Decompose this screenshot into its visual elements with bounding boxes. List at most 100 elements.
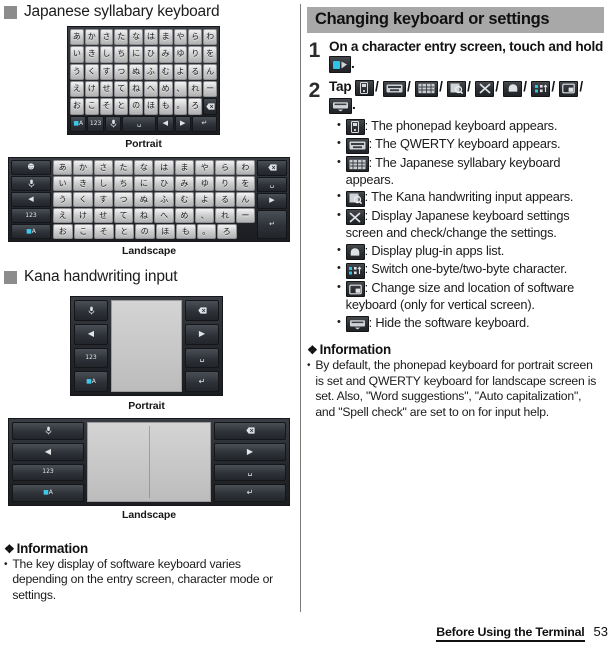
portrait-key-3-8: れ [188, 80, 203, 98]
landscape-key-0-7: や [195, 160, 215, 175]
step-text: Tap / / / / / / / / . •: The phonepad k… [329, 79, 604, 333]
handwriting-canvas[interactable] [87, 422, 211, 502]
bullet-text: : Switch one-byte/two-byte character. [345, 261, 604, 279]
portrait-key-3-0: え [70, 80, 84, 98]
portrait-key-4-2: そ [99, 98, 114, 115]
bullet-dot-icon: • [337, 137, 341, 150]
portrait-key-2-3: つ [114, 63, 129, 80]
mode-key: ■ A [74, 371, 108, 392]
backspace-key [203, 98, 217, 115]
list-item: • : The Japanese syllabary keyboard appe… [329, 155, 604, 189]
information-heading-label: Information [319, 342, 392, 358]
bullet-label: : Display Japanese keyboard settings scr… [345, 207, 570, 241]
section-banner-title: Changing keyboard or settings [307, 7, 604, 33]
landscape-key-1-5: ひ [154, 176, 174, 191]
emoji-key: ☻ [11, 160, 51, 175]
landscape-key-2-0: う [53, 192, 73, 207]
bullet-text: : Display plug-in apps list. [345, 242, 604, 261]
portrait-key-4-8: ろ [188, 98, 203, 115]
handwriting-canvas[interactable] [111, 300, 182, 392]
bullet-text: : The phonepad keyboard appears. [345, 118, 604, 136]
handwriting-right-keys: ▶ ␣ ↵ [214, 422, 286, 502]
information-list-right: • By default, the phonepad keyboard for … [307, 358, 604, 420]
portrait-key-2-5: ふ [143, 63, 158, 80]
space-key: ␣ [214, 463, 286, 482]
information-list-left: • The key display of software keyboard v… [4, 557, 294, 603]
landscape-right-function-column: ␣ ▶ ↵ [257, 160, 287, 239]
backspace-key [185, 300, 219, 321]
arrow-right-key: ▶ [257, 193, 287, 209]
bullet-label: : The phonepad keyboard appears. [364, 118, 558, 134]
hide-keyboard-icon [345, 316, 369, 333]
portrait-key-1-1: き [84, 46, 99, 63]
portrait-key-1-6: み [158, 46, 173, 63]
landscape-key-1-8: り [215, 176, 235, 191]
phonepad-keyboard-icon [345, 119, 365, 136]
landscape-key-3-4: ね [134, 208, 154, 223]
settings-icon [475, 80, 495, 97]
landscape-key-1-2: し [93, 176, 113, 191]
portrait-key-0-6: ま [158, 29, 173, 46]
qwerty-keyboard-icon [383, 80, 407, 97]
portrait-key-4-1: こ [84, 98, 99, 115]
portrait-key-0-5: は [143, 29, 158, 46]
bullet-dot-icon: • [337, 315, 341, 328]
keyboard-row: あかさたなはまやらわ [70, 29, 217, 46]
byte-switch-icon [345, 262, 365, 279]
landscape-key-3-9: ー [235, 208, 255, 223]
portrait-key-0-1: か [84, 29, 99, 46]
portrait-key-2-2: す [99, 63, 114, 80]
keyboard-row: いきしちにひみゆりを [70, 46, 217, 63]
portrait-key-3-6: め [158, 80, 173, 98]
square-marker-icon [4, 5, 17, 19]
arrow-left-key: ◀ [74, 323, 108, 345]
arrow-right-key: ▶ [185, 323, 219, 345]
landscape-key-3-3: て [113, 208, 134, 223]
japanese-syllabary-keyboard-portrait-image: あかさたなはまやらわいきしちにひみゆりをうくすつぬふむよるんえけせてねへめ、れー… [67, 26, 220, 135]
portrait-key-2-9: ん [203, 63, 217, 80]
portrait-key-0-4: な [129, 29, 143, 46]
landscape-key-3-0: え [53, 208, 73, 223]
landscape-key-0-2: さ [93, 160, 113, 175]
landscape-key-0-5: は [154, 160, 174, 175]
bullet-label: : Hide the software keyboard. [368, 314, 530, 330]
handwriting-left-keys: ◀ 123 ■ A [74, 300, 108, 392]
portrait-key-3-7: 、 [173, 80, 188, 98]
page-footer: Before Using the Terminal 53 [436, 624, 608, 642]
information-heading-right: ❖ Information [307, 342, 604, 357]
qwerty-keyboard-icon [345, 137, 369, 154]
portrait-key-2-8: る [188, 63, 203, 80]
left-column: Japanese syllabary keyboard あかさたなはまやらわいき… [0, 0, 300, 648]
bullet-dot-icon: • [337, 208, 341, 221]
section-heading-japanese-syllabary: Japanese syllabary keyboard [4, 3, 300, 21]
icon-description-list: • : The phonepad keyboard appears. •: T… [329, 118, 604, 333]
bullet-label: : Display plug-in apps list. [364, 242, 505, 258]
bullet-text: : Display Japanese keyboard settings scr… [345, 207, 604, 242]
bullet-dot-icon: • [337, 190, 341, 203]
landscape-key-1-3: ち [113, 176, 134, 191]
portrait-key-4-4: の [129, 98, 143, 115]
information-text: By default, the phonepad keyboard for po… [315, 358, 597, 419]
list-item: • By default, the phonepad keyboard for … [307, 358, 604, 420]
landscape-key-4-6: も [176, 224, 196, 239]
portrait-key-4-0: お [70, 98, 84, 115]
keyboard-row: あかさたなはまやらわ [53, 160, 255, 175]
portrait-key-0-8: ら [188, 29, 203, 46]
keyboard-row: うくすつぬふむよるん [70, 63, 217, 80]
enter-key: ↵ [191, 115, 218, 132]
bullet-dot-icon: • [337, 243, 341, 256]
resize-keyboard-icon [559, 80, 579, 97]
landscape-key-2-7: よ [195, 192, 215, 207]
landscape-key-3-5: へ [154, 208, 174, 223]
portrait-key-0-9: わ [203, 29, 217, 46]
landscape-key-3-8: れ [215, 208, 235, 223]
information-heading-left: ❖ Information [4, 541, 294, 556]
list-item: • The key display of software keyboard v… [4, 557, 294, 603]
arrow-left-key: ◀ [11, 192, 51, 207]
step-2: 2 Tap / / / / / / / / . •: The phonepad… [307, 79, 604, 333]
portrait-key-1-2: し [99, 46, 114, 63]
portrait-key-1-9: を [203, 46, 217, 63]
mode-key: ■ A [12, 484, 84, 502]
landscape-key-4-4: の [135, 224, 155, 239]
bullet-dot-icon: • [337, 155, 341, 168]
